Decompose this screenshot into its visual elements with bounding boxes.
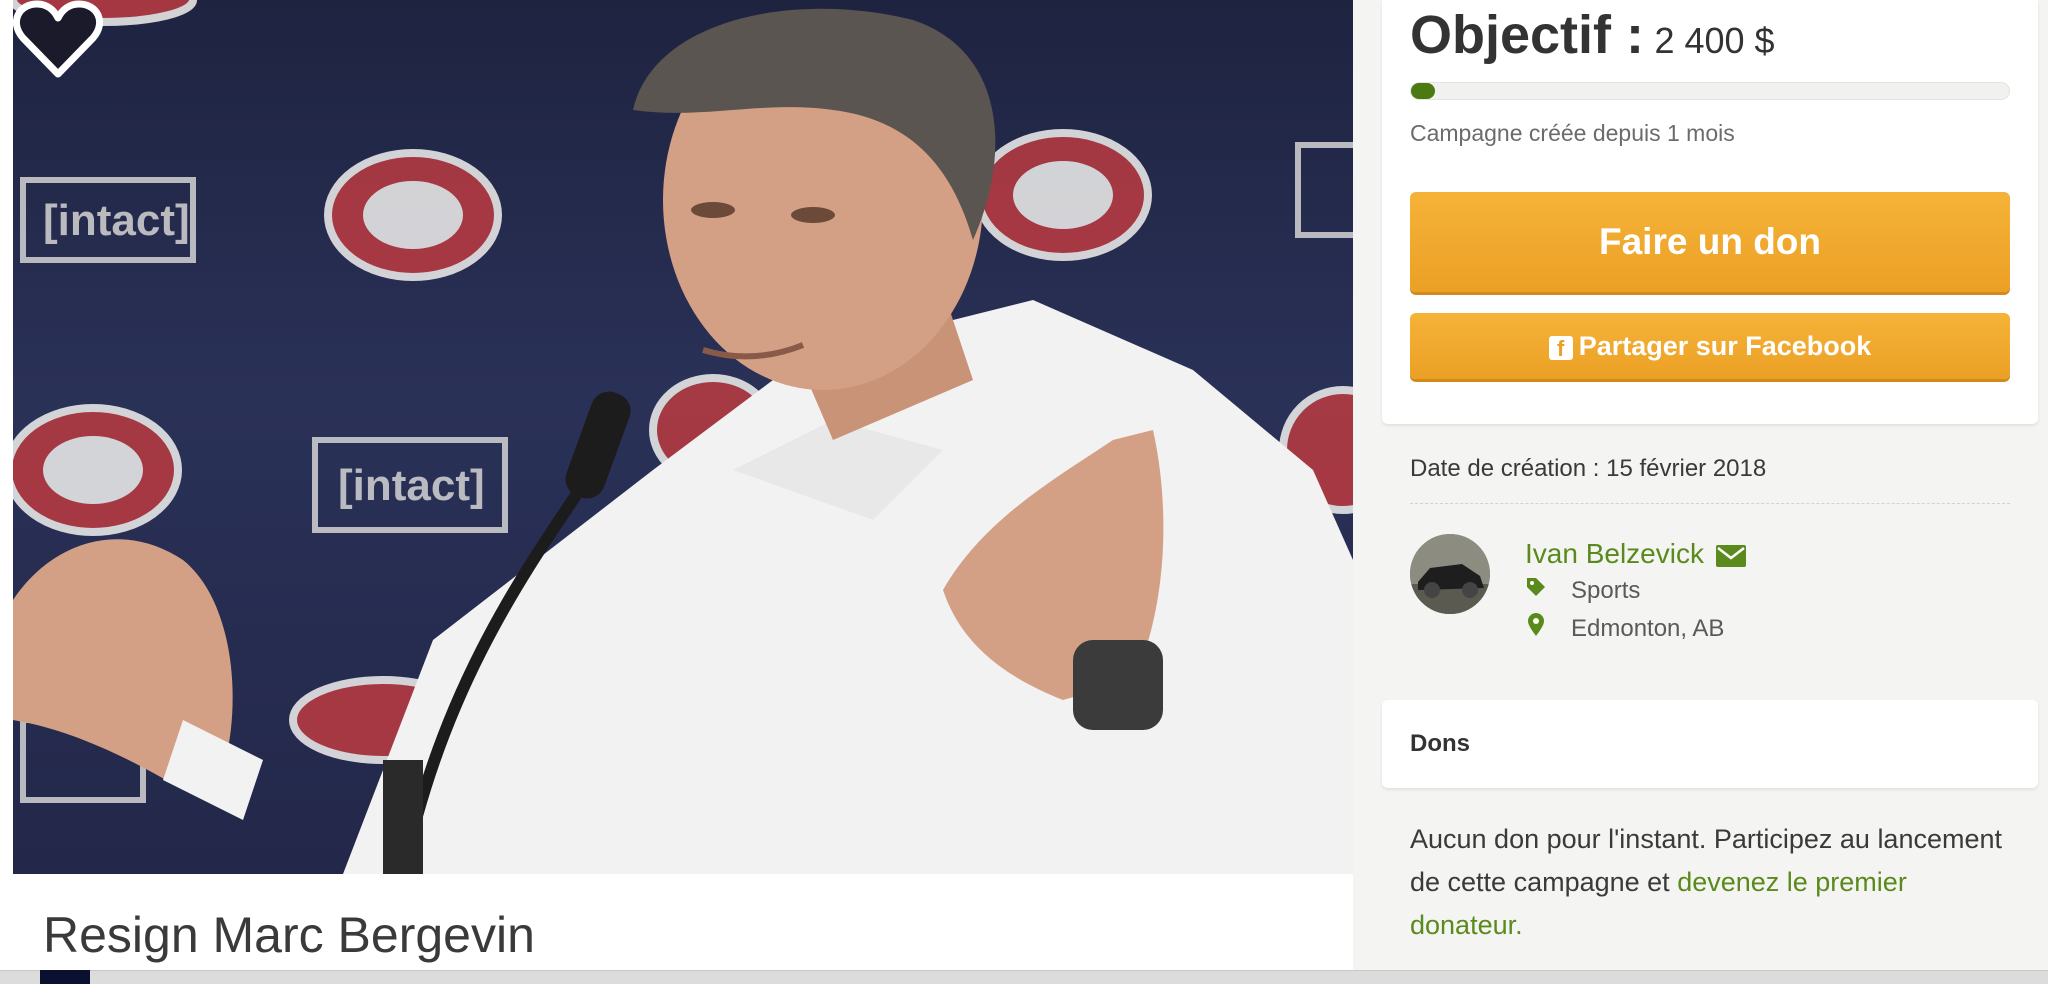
category-text: Sports [1571,576,1641,604]
donations-heading: Dons [1410,730,1470,757]
backdrop-text-intact: [intact] [43,196,190,245]
tag-icon [1525,576,1559,605]
map-pin-icon [1525,613,1559,644]
share-facebook-label: Partager sur Facebook [1578,331,1872,361]
car-avatar-image [1410,534,1490,614]
campaign-photo-illustration: [intact] [intact] [13,0,1353,874]
campaign-age: Campagne créée depuis 1 mois [1410,120,1735,146]
progress-bar [1410,82,2010,100]
creation-date: Date de création : 15 février 2018 [1410,455,1767,482]
campaign-photo: [intact] [intact] [13,0,1353,874]
donations-card: Dons [1382,700,2038,788]
campaign-title-bar: Resign Marc Bergevin [13,874,1353,970]
progress-fill [1411,83,1435,99]
campaign-title: Resign Marc Bergevin [43,907,535,963]
author-category: Sports [1525,576,1640,605]
goal-label: Objectif : [1410,5,1645,65]
author-avatar[interactable] [1410,534,1490,614]
donate-button[interactable]: Faire un don [1410,192,2010,292]
no-donations-message: Aucun don pour l'instant. Participez au … [1410,818,2010,947]
goal-value: 2 400 $ [1654,20,1775,61]
backdrop-text-intact: [intact] [338,461,485,510]
campaign-summary-card: Objectif : 2 400 $ Campagne créée depuis… [1382,0,2038,424]
taskbar-thumbnail [40,970,90,984]
share-facebook-button[interactable]: f Partager sur Facebook [1410,313,2010,379]
envelope-icon[interactable] [1715,544,1746,567]
page-left-gutter [0,0,13,984]
location-text: Edmonton, AB [1571,614,1725,642]
favorite-heart-icon[interactable] [13,0,103,80]
author-name-link[interactable]: Ivan Belzevick [1525,538,1746,570]
facebook-icon: f [1548,335,1573,361]
author-location: Edmonton, AB [1525,613,1724,644]
horizontal-scrollbar[interactable] [0,970,2048,984]
divider [1410,503,2010,504]
goal: Objectif : 2 400 $ [1410,4,1775,66]
author-name: Ivan Belzevick [1525,538,1704,569]
